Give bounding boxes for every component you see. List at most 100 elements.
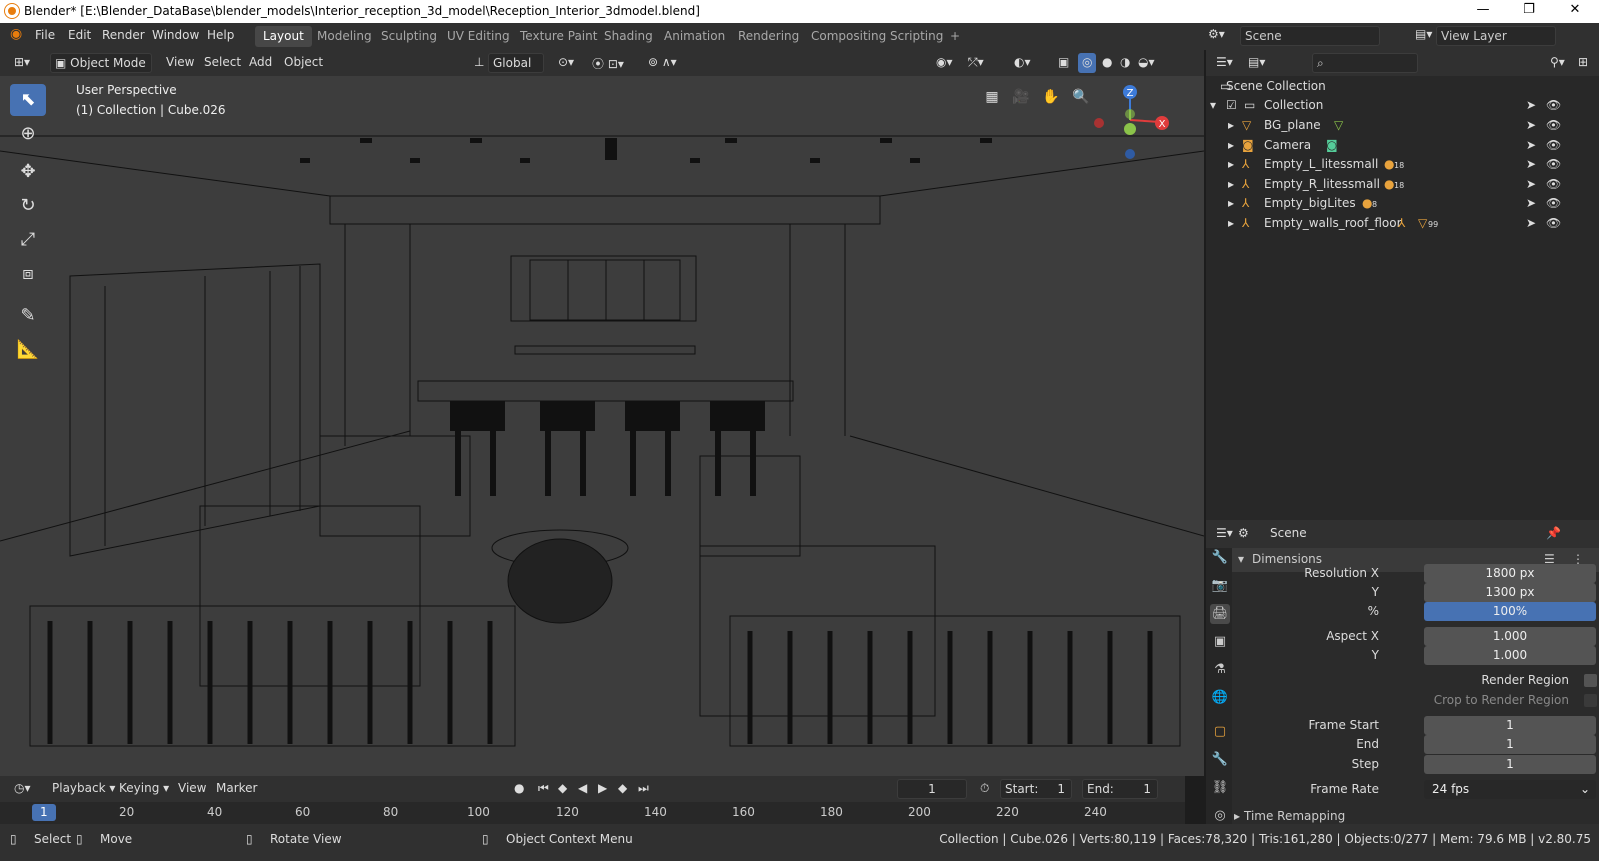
transform-tool-icon[interactable]: ⧈ <box>10 258 46 290</box>
selectable-arrow-icon[interactable]: ➤ <box>1526 216 1536 230</box>
outliner-search-input[interactable]: ⌕ <box>1312 53 1418 73</box>
prev-keyframe-icon[interactable]: ◆ <box>554 779 571 799</box>
pivot-icon[interactable]: ⊙▾ <box>554 53 578 73</box>
wireframe-shading-icon[interactable]: ◎ <box>1078 53 1097 73</box>
scale-tool-icon[interactable]: ⤢ <box>10 224 46 256</box>
menu-select[interactable]: Select <box>200 53 245 73</box>
outliner-editor-type-icon[interactable]: ☰▾ <box>1212 53 1237 73</box>
outliner-row-scene-collection[interactable]: ▭ Scene Collection <box>1206 76 1599 96</box>
new-collection-icon[interactable]: ⊞ <box>1574 53 1592 73</box>
pin-icon[interactable]: 📌 <box>1542 524 1565 544</box>
rendered-shading-icon[interactable]: ◒▾ <box>1134 53 1159 73</box>
outliner-row-empty-walls[interactable]: ▸ ⅄ Empty_walls_roof_floor ⅄ ▽ 99 ➤ 👁 <box>1206 213 1599 233</box>
frame-rate-select[interactable]: 24 fps ⌄ <box>1424 780 1596 799</box>
keying-menu[interactable]: Keying ▾ <box>115 779 173 799</box>
cursor-tool-icon[interactable]: ⊕ <box>10 118 46 150</box>
resolution-y-field[interactable]: 1300 px <box>1424 583 1596 602</box>
tab-uv-editing[interactable]: UV Editing <box>439 26 518 47</box>
display-mode-icon[interactable]: ▤▾ <box>1244 53 1269 73</box>
rotate-tool-icon[interactable]: ↻ <box>10 190 46 222</box>
blender-menu-icon[interactable]: ◉ <box>10 26 22 42</box>
visibility-eye-icon[interactable]: 👁 <box>1546 216 1561 230</box>
menu-add[interactable]: Add <box>245 53 276 73</box>
frame-start-field[interactable]: 1 <box>1424 716 1596 735</box>
next-keyframe-icon[interactable]: ◆ <box>614 779 631 799</box>
visibility-eye-icon[interactable]: 👁 <box>1546 177 1561 191</box>
outliner-row-camera[interactable]: ▸ ◙ Camera ◙ ➤ 👁 <box>1206 135 1599 155</box>
selectable-arrow-icon[interactable]: ➤ <box>1526 138 1536 152</box>
material-shading-icon[interactable]: ◑ <box>1116 53 1134 73</box>
modifier-tab-icon[interactable]: 🔧 <box>1210 750 1230 770</box>
visibility-eye-icon[interactable]: 👁 <box>1546 118 1561 132</box>
expand-arrow-icon[interactable]: ▸ <box>1228 196 1234 210</box>
selectable-arrow-icon[interactable]: ➤ <box>1526 118 1536 132</box>
expand-arrow-icon[interactable]: ▸ <box>1228 216 1234 230</box>
menu-object[interactable]: Object <box>280 53 327 73</box>
add-workspace-button[interactable]: + <box>942 26 968 47</box>
selectable-arrow-icon[interactable]: ➤ <box>1526 157 1536 171</box>
current-frame-field[interactable]: 1 <box>897 779 967 799</box>
object-tab-icon[interactable]: ▢ <box>1210 722 1230 742</box>
aspect-x-field[interactable]: 1.000 <box>1424 627 1596 646</box>
tab-shading[interactable]: Shading <box>596 26 661 47</box>
gizmo-neg-z-axis[interactable] <box>1125 149 1135 159</box>
constraint-tab-icon[interactable]: ⛓ <box>1210 778 1230 798</box>
timeline-view-menu[interactable]: View <box>174 779 210 799</box>
menu-render[interactable]: Render <box>102 28 145 42</box>
playback-menu[interactable]: Playback ▾ <box>48 779 119 799</box>
close-button[interactable]: ✕ <box>1552 2 1598 20</box>
gizmo-icon[interactable]: ⤱▾ <box>964 53 988 73</box>
view-layer-tab-icon[interactable]: ▣ <box>1210 632 1230 652</box>
play-reverse-icon[interactable]: ◀ <box>574 779 591 799</box>
visibility-icon[interactable]: ◉▾ <box>932 53 957 73</box>
resolution-percent-slider[interactable]: 100% <box>1424 602 1596 621</box>
expand-arrow-icon[interactable]: ▸ <box>1228 177 1234 191</box>
tab-scripting[interactable]: Scripting <box>882 26 951 47</box>
tab-rendering[interactable]: Rendering <box>730 26 807 47</box>
physics-tab-icon[interactable]: ◎ <box>1210 806 1230 826</box>
minimize-button[interactable]: — <box>1460 2 1506 20</box>
visibility-eye-icon[interactable]: 👁 <box>1546 98 1561 112</box>
tab-modeling[interactable]: Modeling <box>309 26 380 47</box>
output-tab-icon[interactable]: 🖨 <box>1210 604 1230 624</box>
timeline-editor-type-icon[interactable]: ◷▾ <box>10 779 35 799</box>
editor-type-icon[interactable]: ⊞▾ <box>10 53 34 73</box>
frame-step-field[interactable]: 1 <box>1424 755 1596 774</box>
render-tab-icon[interactable]: 📷 <box>1210 576 1230 596</box>
select-box-tool-icon[interactable]: ⬉ <box>10 84 46 116</box>
selectable-arrow-icon[interactable]: ➤ <box>1526 177 1536 191</box>
view-layer-selector[interactable]: View Layer <box>1436 26 1556 46</box>
outliner-row-bg-plane[interactable]: ▸ ▽ BG_plane ▽ ➤ 👁 <box>1206 115 1599 135</box>
outliner-row-collection[interactable]: ▾ ☑ ▭ Collection ➤ 👁 <box>1206 95 1599 115</box>
frame-end-field[interactable]: 1 <box>1424 735 1596 754</box>
move-tool-icon[interactable]: ✥ <box>10 156 46 188</box>
measure-tool-icon[interactable]: 📐 <box>10 334 46 366</box>
render-region-checkbox[interactable] <box>1584 674 1597 687</box>
jump-end-icon[interactable]: ⏭ <box>634 779 653 799</box>
annotate-tool-icon[interactable]: ✎ <box>10 300 46 332</box>
menu-edit[interactable]: Edit <box>68 28 91 42</box>
expand-arrow-icon[interactable]: ▾ <box>1210 98 1216 112</box>
jump-start-icon[interactable]: ⏮ <box>534 779 553 799</box>
menu-window[interactable]: Window <box>152 28 199 42</box>
tab-compositing[interactable]: Compositing <box>803 26 894 47</box>
resolution-x-field[interactable]: 1800 px <box>1424 564 1596 583</box>
orientation-selector[interactable]: Global <box>488 53 544 73</box>
world-tab-icon[interactable]: 🌐 <box>1210 688 1230 708</box>
solid-shading-icon[interactable]: ● <box>1098 53 1116 73</box>
camera-view-icon[interactable]: 🎥 <box>1008 84 1034 110</box>
marker-menu[interactable]: Marker <box>212 779 261 799</box>
menu-view[interactable]: View <box>162 53 198 73</box>
gizmo-neg-x-axis[interactable] <box>1094 118 1104 128</box>
collection-checkbox[interactable]: ☑ <box>1226 98 1237 112</box>
end-frame-field[interactable]: End: 1 <box>1082 779 1158 799</box>
crop-region-checkbox[interactable] <box>1584 694 1597 707</box>
scene-tab-icon[interactable]: ⚗ <box>1210 660 1230 680</box>
gizmo-neg-y-axis[interactable] <box>1125 109 1135 119</box>
expand-arrow-icon[interactable]: ▸ <box>1228 138 1234 152</box>
3d-viewport[interactable]: User Perspective (1) Collection | Cube.0… <box>0 76 1204 776</box>
selectable-arrow-icon[interactable]: ➤ <box>1526 98 1536 112</box>
expand-arrow-icon[interactable]: ▸ <box>1228 118 1234 132</box>
expand-arrow-icon[interactable]: ▸ <box>1228 157 1234 171</box>
snap-icon[interactable]: ⦿ ⊡▾ <box>588 53 628 73</box>
